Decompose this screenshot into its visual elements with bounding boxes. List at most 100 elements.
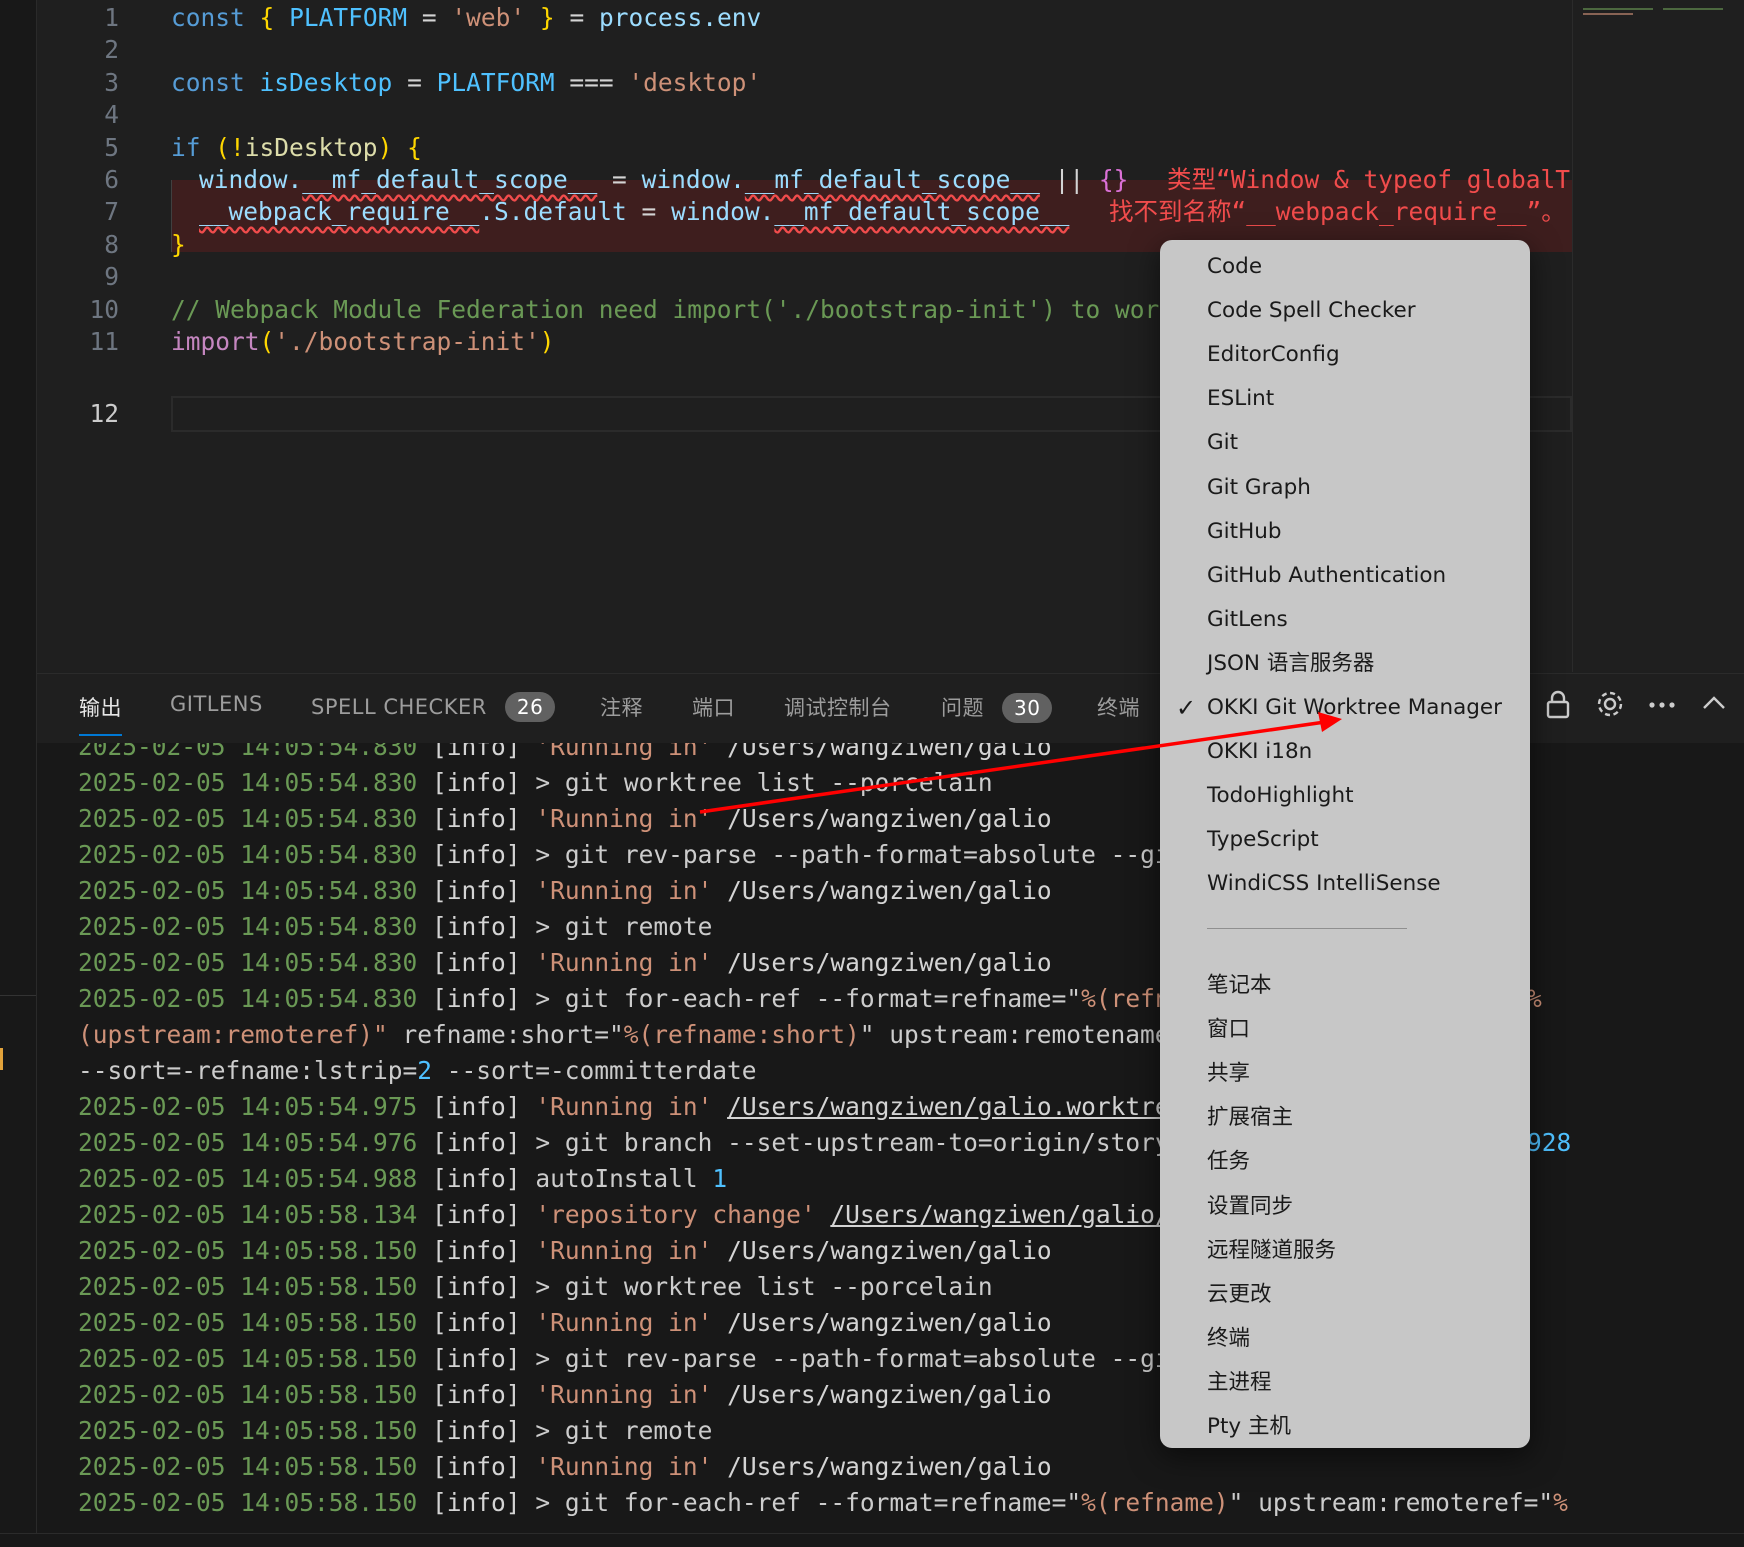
menu-item[interactable]: 主进程: [1207, 1368, 1272, 1398]
line-number: 4: [104, 100, 119, 129]
tab-label: 问题: [941, 696, 984, 720]
output-channel-menu: Code Code Spell Checker EditorConfig ESLint…: [1160, 240, 1530, 1448]
tab-debug-console[interactable]: 调试控制台: [784, 692, 892, 722]
minimap-line: [1663, 8, 1723, 10]
log-line: 2025-02-05 14:05:58.150 [info] > git rev…: [78, 1344, 1185, 1373]
log-line: 2025-02-05 14:05:58.150 [info] > git for…: [78, 1488, 1568, 1517]
tab-terminal[interactable]: 终端: [1097, 692, 1140, 722]
log-line: 2025-02-05 14:05:58.134 [info] 'reposito…: [78, 1200, 1185, 1229]
log-line: --sort=-refname:lstrip=2 --sort=-committ…: [78, 1056, 757, 1085]
menu-item[interactable]: JSON 语言服务器: [1207, 649, 1374, 679]
menu-item[interactable]: Git Graph: [1207, 473, 1311, 503]
menu-item[interactable]: ESLint: [1207, 384, 1274, 414]
log-line: 2025-02-05 14:05:58.150 [info] > git wor…: [78, 1272, 993, 1301]
modified-marker: [0, 1048, 3, 1070]
menu-item[interactable]: 扩展宿主: [1207, 1103, 1293, 1133]
menu-item[interactable]: Pty 主机: [1207, 1412, 1291, 1442]
tab-output[interactable]: 输出: [79, 692, 122, 736]
chevron-up-icon[interactable]: [1701, 689, 1727, 726]
check-icon: ✓: [1176, 694, 1197, 722]
menu-item[interactable]: OKKI Git Worktree Manager: [1207, 693, 1502, 723]
log-line: 2025-02-05 14:05:54.976 [info] > git bra…: [78, 1128, 1185, 1157]
line-number: 10: [89, 295, 119, 324]
code-line[interactable]: __webpack_require__.S.default = window._…: [199, 194, 1069, 230]
log-line: 2025-02-05 14:05:58.150 [info] 'Running …: [78, 1380, 1052, 1409]
code-line[interactable]: window.__mf_default_scope__ = window.__m…: [199, 162, 1128, 198]
log-line: 2025-02-05 14:05:54.830 [info] > git rem…: [78, 912, 713, 941]
line-number: 2: [104, 35, 119, 64]
menu-item[interactable]: GitLens: [1207, 605, 1288, 635]
log-line: 2025-02-05 14:05:54.988 [info] autoInsta…: [78, 1164, 728, 1193]
status-bar: [0, 1533, 1744, 1547]
log-line: 2025-02-05 14:05:54.830 [info] 'Running …: [78, 804, 1052, 833]
tab-problems[interactable]: 问题 30: [941, 692, 1053, 723]
gear-icon[interactable]: [1595, 689, 1625, 726]
minimap-line: [1583, 8, 1653, 10]
log-line: 2025-02-05 14:05:58.150 [info] 'Running …: [78, 1236, 1052, 1265]
log-line: 2025-02-05 14:05:58.150 [info] 'Running …: [78, 1308, 1052, 1337]
file-link[interactable]: /Users/wangziwen/galio.worktree: [727, 1092, 1184, 1121]
log-line: 2025-02-05 14:05:54.830 [info] > git rev…: [78, 840, 1185, 869]
line-number: 6: [104, 165, 119, 194]
menu-separator: [1207, 928, 1407, 929]
menu-item[interactable]: 任务: [1207, 1147, 1250, 1177]
menu-item[interactable]: 设置同步: [1207, 1192, 1293, 1222]
menu-item[interactable]: OKKI i18n: [1207, 737, 1312, 767]
code-line[interactable]: if (!isDesktop) {: [171, 130, 422, 166]
log-line: 2025-02-05 14:05:54.830 [info] > git wor…: [78, 768, 993, 797]
menu-item[interactable]: GitHub: [1207, 517, 1282, 547]
code-comment[interactable]: // Webpack Module Federation need import…: [171, 292, 1174, 328]
count-badge: 30: [1002, 693, 1053, 723]
menu-item[interactable]: 终端: [1207, 1324, 1250, 1354]
inline-error-message: 找不到名称“__webpack_require__”。: [1109, 197, 1566, 226]
menu-item[interactable]: 云更改: [1207, 1280, 1272, 1310]
log-line: 2025-02-05 14:05:54.975 [info] 'Running …: [78, 1092, 1185, 1121]
more-icon[interactable]: [1647, 689, 1677, 726]
log-line: 2025-02-05 14:05:58.150 [info] 'Running …: [78, 1452, 1052, 1481]
tab-comments[interactable]: 注释: [600, 692, 643, 722]
log-line: 2025-02-05 14:05:58.150 [info] > git rem…: [78, 1416, 713, 1445]
inline-error-message: 类型“Window & typeof globalTh: [1167, 165, 1585, 194]
menu-item[interactable]: Git: [1207, 428, 1238, 458]
minimap[interactable]: [1572, 0, 1744, 672]
menu-item[interactable]: Code Spell Checker: [1207, 296, 1416, 326]
log-line: 2025-02-05 14:05:54.830 [info] > git for…: [78, 984, 1185, 1013]
tab-gitlens[interactable]: GITLENS: [170, 692, 263, 716]
activity-bar: [0, 0, 37, 1546]
count-badge: 26: [504, 692, 556, 722]
log-line: 2025-02-05 14:05:54.830 [info] 'Running …: [78, 743, 1052, 761]
tab-spell-checker[interactable]: SPELL CHECKER 26: [311, 692, 556, 722]
activity-divider: [0, 995, 36, 996]
menu-item[interactable]: 窗口: [1207, 1015, 1250, 1045]
line-number: 9: [104, 262, 119, 291]
tab-label: SPELL CHECKER: [311, 695, 487, 719]
code-line[interactable]: }: [171, 227, 186, 263]
log-fragment: 928: [1527, 1128, 1572, 1157]
menu-item[interactable]: TodoHighlight: [1207, 781, 1354, 811]
menu-item[interactable]: GitHub Authentication: [1207, 561, 1446, 591]
log-line: (upstream:remoteref)" refname:short="%(r…: [78, 1020, 1185, 1049]
menu-item[interactable]: EditorConfig: [1207, 340, 1340, 370]
file-link[interactable]: /Users/wangziwen/galio/.: [830, 1200, 1184, 1229]
minimap-line: [1583, 13, 1633, 15]
code-line[interactable]: const isDesktop = PLATFORM === 'desktop': [171, 65, 761, 101]
menu-item[interactable]: WindiCSS IntelliSense: [1207, 869, 1441, 899]
line-number: 5: [104, 133, 119, 162]
line-number: 3: [104, 68, 119, 97]
tab-ports[interactable]: 端口: [692, 692, 735, 722]
menu-item[interactable]: Code: [1207, 252, 1262, 282]
line-number-active: 12: [89, 399, 119, 428]
menu-item[interactable]: TypeScript: [1207, 825, 1319, 855]
menu-item[interactable]: 远程隧道服务: [1207, 1236, 1336, 1266]
menu-item[interactable]: 笔记本: [1207, 971, 1272, 1001]
log-line: 2025-02-05 14:05:54.830 [info] 'Running …: [78, 948, 1052, 977]
code-line[interactable]: import('./bootstrap-init'): [171, 324, 555, 360]
line-number: 11: [89, 327, 119, 356]
lock-icon[interactable]: [1545, 689, 1571, 726]
line-number: 8: [104, 230, 119, 259]
code-line[interactable]: const { PLATFORM = 'web' } = process.env: [171, 0, 761, 36]
log-line: 2025-02-05 14:05:54.830 [info] 'Running …: [78, 876, 1052, 905]
menu-item[interactable]: 共享: [1207, 1059, 1250, 1089]
line-number: 7: [104, 197, 119, 226]
line-number: 1: [104, 3, 119, 32]
